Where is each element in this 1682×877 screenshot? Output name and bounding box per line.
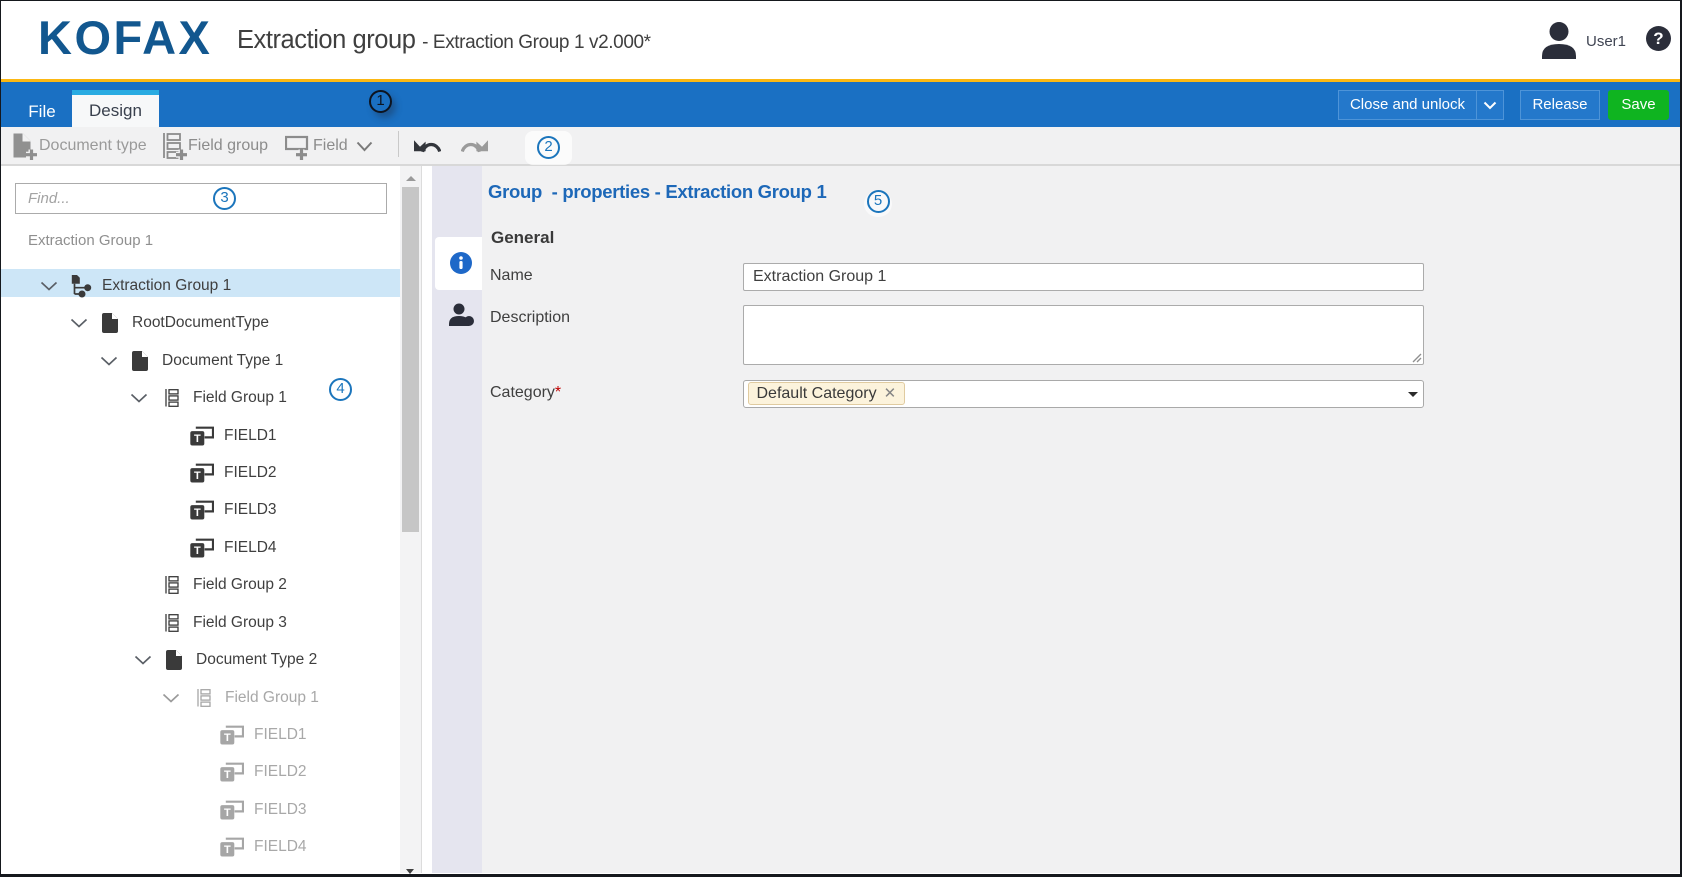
svg-text:T: T [224, 769, 231, 781]
svg-text:T: T [224, 844, 231, 856]
svg-text:T: T [194, 432, 201, 444]
svg-text:T: T [194, 507, 201, 519]
svg-text:T: T [224, 732, 231, 744]
svg-text:T: T [224, 807, 231, 819]
svg-text:T: T [194, 545, 201, 557]
svg-text:T: T [194, 470, 201, 482]
